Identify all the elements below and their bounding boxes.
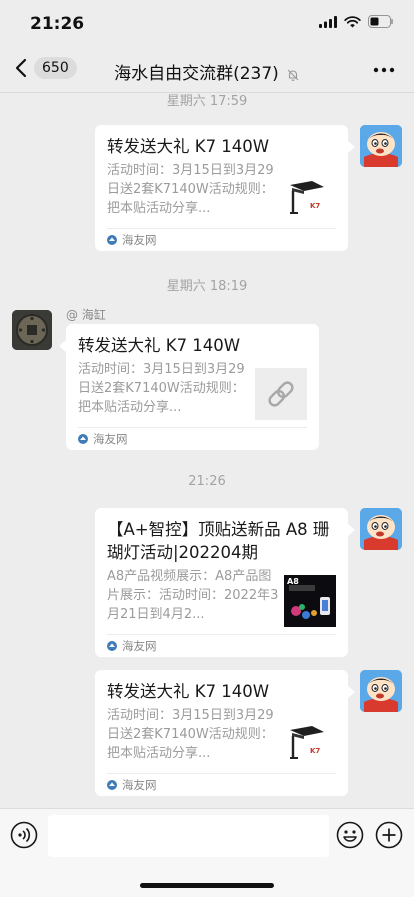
link-card-title: 【A+智控】顶贴送新品 A8 珊瑚灯活动|202204期 [107,520,330,562]
a8-product-image: A8 [284,575,336,627]
link-card-source-name: 海友网 [122,233,157,247]
source-app-icon [107,235,117,245]
signal-icon [319,15,337,28]
link-card-description: A8产品视频展示：A8产品图片展示：活动时间：2022年3月21日到4月2... [107,569,279,622]
coin-avatar-image [12,310,52,350]
link-card-message[interactable]: 转发送大礼 K7 140W 活动时间：3月15日到3月29日送2套K7140W活… [66,324,319,450]
link-card-message[interactable]: 【A+智控】顶贴送新品 A8 珊瑚灯活动|202204期 A8产品视频展示：A8… [95,508,348,657]
link-card-source-name: 海友网 [122,639,157,653]
status-icons [319,15,394,28]
home-indicator [140,883,274,888]
link-card-message[interactable]: 转发送大礼 K7 140W 活动时间：3月15日到3月29日送2套K7140W活… [95,670,348,796]
link-card-source-name: 海友网 [93,432,128,446]
link-card-title: 转发送大礼 K7 140W [107,682,270,701]
link-card-description: 活动时间：3月15日到3月29日送2套K7140W活动规则：把本贴活动分享... [107,163,274,216]
link-card-source-name: 海友网 [122,778,157,792]
svg-text:K7: K7 [310,747,320,755]
link-icon [268,381,294,407]
status-time: 21:26 [30,14,85,34]
bubble-tail [348,686,355,698]
link-card-description: 活动时间：3月15日到3月29日送2套K7140W活动规则：把本贴活动分享... [78,362,245,415]
wifi-icon [344,15,361,27]
link-card-source: 海友网 [107,634,336,657]
my-avatar[interactable] [360,670,402,712]
source-app-icon [107,780,117,790]
plus-circle-icon[interactable] [375,821,403,849]
cartoon-avatar-image [360,125,402,167]
cartoon-avatar-image [360,670,402,712]
my-avatar[interactable] [360,125,402,167]
link-card-source: 海友网 [107,228,336,251]
timestamp: 星期六 17:59 [166,94,248,109]
emoji-icon[interactable] [336,821,364,849]
status-bar: 21:26 [0,0,414,48]
link-card-body: 活动时间：3月15日到3月29日送2套K7140W活动规则：把本贴活动分享...… [107,161,336,221]
timestamp: 21:26 [188,474,226,489]
chat-title-wrap: 海水自由交流群(237) [0,59,414,84]
svg-text:K7: K7 [310,202,320,210]
source-app-icon [78,434,88,444]
timestamp: 星期六 18:19 [166,279,248,294]
lamp-k7-image: K7 [284,714,336,766]
message-text-field[interactable] [48,815,329,857]
link-card-body: 活动时间：3月15日到3月29日送2套K7140W活动规则：把本贴活动分享...… [107,706,336,766]
sender-name: @ 海缸 [66,308,106,322]
sender-avatar[interactable] [12,310,52,350]
more-options-icon[interactable] [372,60,396,80]
chat-header: 650 海水自由交流群(237) [0,48,414,93]
link-card-body: 活动时间：3月15日到3月29日送2套K7140W活动规则：把本贴活动分享... [78,360,307,420]
voice-input-icon[interactable] [10,821,38,849]
link-thumbnail [255,368,307,420]
bubble-tail [59,340,66,352]
link-card-title: 转发送大礼 K7 140W [107,137,270,156]
link-card-description: 活动时间：3月15日到3月29日送2套K7140W活动规则：把本贴活动分享... [107,708,274,761]
my-avatar[interactable] [360,508,402,550]
link-card-title: 转发送大礼 K7 140W [78,336,241,355]
message-input-bar [0,808,414,897]
cartoon-avatar-image [360,508,402,550]
link-card-source: 海友网 [107,773,336,796]
chat-title: 海水自由交流群(237) [114,64,279,84]
link-card-source: 海友网 [78,427,307,450]
lamp-k7-image: K7 [284,169,336,221]
bubble-tail [348,524,355,536]
link-card-body: A8产品视频展示：A8产品图片展示：活动时间：2022年3月21日到4月2...… [107,567,336,627]
bubble-tail [348,141,355,153]
battery-icon [368,15,393,28]
link-card-message[interactable]: 转发送大礼 K7 140W 活动时间：3月15日到3月29日送2套K7140W活… [95,125,348,251]
thumbnail-label: A8 [287,577,299,586]
mute-bell-icon [287,69,299,81]
source-app-icon [107,641,117,651]
